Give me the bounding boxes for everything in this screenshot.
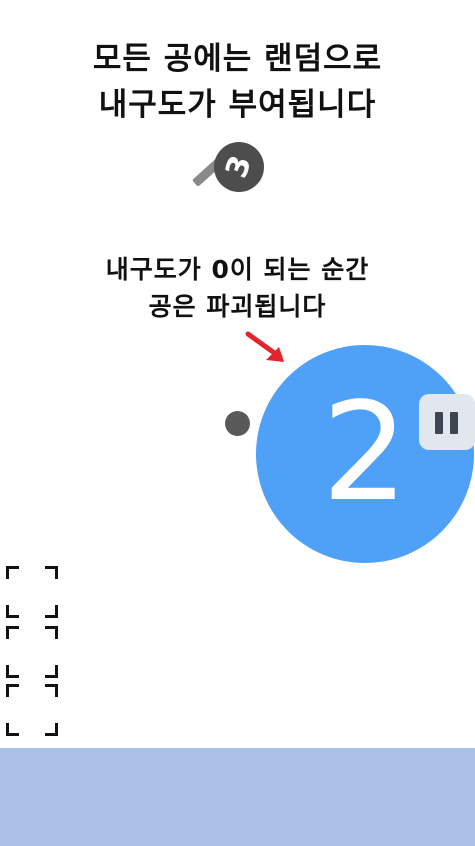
target-frame <box>6 566 58 618</box>
pause-icon-bar <box>450 412 458 434</box>
ball-durability: 2 <box>321 374 409 532</box>
ball[interactable]: 2 <box>256 345 474 563</box>
tutorial-line-4: 공은 파괴됩니다 <box>148 292 327 321</box>
game-stage: 모든 공에는 랜덤으로 내구도가 부여됩니다 3 내구도가 0이 되는 순간 공… <box>0 0 475 846</box>
magnifier-icon: 3 <box>190 140 270 212</box>
player-dot <box>225 411 250 436</box>
magnifier-lens: 3 <box>214 142 264 192</box>
bottom-panel <box>0 748 475 846</box>
target-frame <box>6 626 58 678</box>
arrow-icon <box>245 331 284 362</box>
target-frame <box>6 684 58 736</box>
magnifier-value: 3 <box>218 151 259 183</box>
tutorial-line-1: 모든 공에는 랜덤으로 <box>92 41 383 77</box>
pause-button[interactable] <box>419 394 475 450</box>
pause-icon <box>435 412 443 434</box>
tutorial-line-3: 내구도가 0이 되는 순간 <box>105 255 370 284</box>
tutorial-line-2: 내구도가 부여됩니다 <box>98 87 377 123</box>
